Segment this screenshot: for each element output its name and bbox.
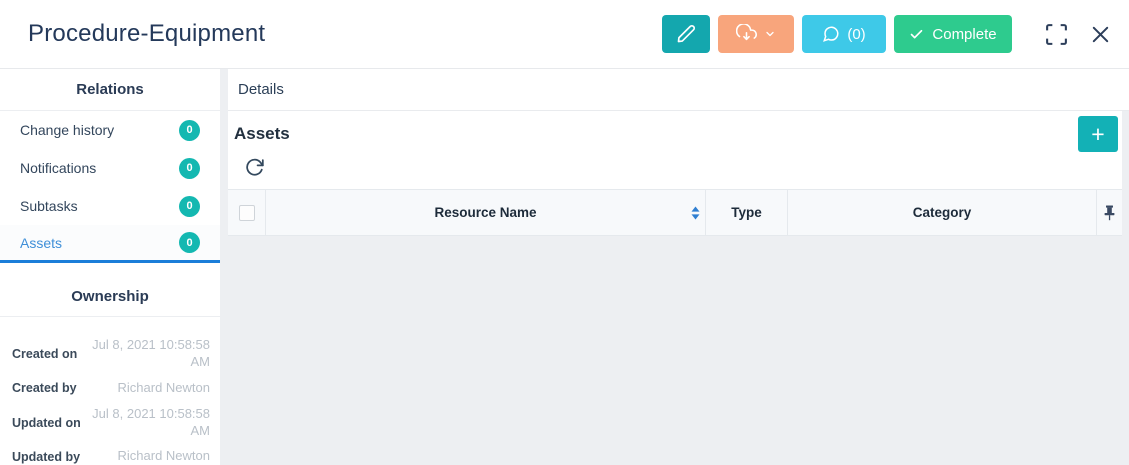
sidebar-item-label: Assets bbox=[20, 234, 63, 251]
complete-button[interactable]: Complete bbox=[894, 15, 1012, 53]
comments-count-label: (0) bbox=[847, 25, 866, 43]
pin-columns-button[interactable] bbox=[1097, 190, 1122, 235]
tab-details-label: Details bbox=[238, 81, 284, 98]
chevron-down-icon bbox=[764, 28, 776, 40]
field-value: Richard Newton bbox=[117, 448, 211, 464]
fullscreen-icon bbox=[1044, 22, 1069, 47]
count-badge: 0 bbox=[179, 195, 200, 217]
count-badge: 0 bbox=[179, 157, 200, 179]
complete-label: Complete bbox=[932, 25, 997, 43]
field-value: Jul 8, 2021 10:58:58 AM bbox=[92, 337, 210, 369]
count-badge: 0 bbox=[179, 119, 200, 141]
check-icon bbox=[909, 27, 924, 42]
close-icon bbox=[1089, 23, 1112, 46]
ownership-heading: Ownership bbox=[0, 277, 220, 317]
sidebar-item-notifications[interactable]: Notifications 0 bbox=[0, 149, 220, 187]
field-label: Updated on bbox=[12, 415, 81, 430]
ownership-fields: Created on Jul 8, 2021 10:58:58 AM Creat… bbox=[0, 317, 220, 465]
close-button[interactable] bbox=[1089, 23, 1112, 46]
assets-section: Assets + Resource Name Type Category bbox=[228, 111, 1122, 236]
cloud-download-icon bbox=[736, 23, 757, 45]
field-label: Created on bbox=[12, 346, 78, 361]
sort-arrows-icon[interactable] bbox=[691, 206, 700, 220]
ownership-row-updated-by: Updated by Richard Newton bbox=[12, 448, 210, 465]
assets-toolbar bbox=[228, 157, 1122, 187]
fullscreen-button[interactable] bbox=[1044, 22, 1069, 47]
header: Procedure-Equipment (0) Complete bbox=[0, 0, 1129, 69]
column-header-category[interactable]: Category bbox=[788, 190, 1097, 235]
sidebar-item-assets[interactable]: Assets 0 bbox=[0, 225, 220, 263]
sidebar-item-change-history[interactable]: Change history 0 bbox=[0, 111, 220, 149]
column-label: Resource Name bbox=[434, 205, 537, 220]
column-header-select bbox=[228, 190, 266, 235]
refresh-button[interactable] bbox=[244, 157, 265, 178]
ownership-row-created-on: Created on Jul 8, 2021 10:58:58 AM bbox=[12, 337, 210, 371]
export-dropdown-button[interactable] bbox=[718, 15, 794, 53]
chat-bubble-icon bbox=[822, 25, 840, 43]
comments-button[interactable]: (0) bbox=[802, 15, 886, 53]
ownership-row-created-by: Created by Richard Newton bbox=[12, 380, 210, 397]
assets-section-title: Assets bbox=[234, 124, 290, 143]
field-value: Jul 8, 2021 10:58:58 AM bbox=[92, 405, 210, 438]
sidebar-item-label: Notifications bbox=[20, 160, 97, 176]
main-panel: Details Assets + Resource Name Type Cate… bbox=[228, 69, 1129, 465]
sidebar-item-label: Change history bbox=[20, 122, 115, 138]
app-window: Procedure-Equipment (0) Complete Relatio… bbox=[0, 0, 1129, 465]
add-asset-button[interactable]: + bbox=[1078, 116, 1118, 152]
assets-table-header: Resource Name Type Category bbox=[228, 189, 1122, 236]
count-badge: 0 bbox=[179, 232, 200, 253]
pin-icon bbox=[1103, 205, 1116, 221]
refresh-icon bbox=[244, 157, 265, 178]
page-title: Procedure-Equipment bbox=[28, 20, 266, 47]
edit-button[interactable] bbox=[662, 15, 710, 53]
header-actions: (0) Complete bbox=[662, 15, 1129, 53]
select-all-checkbox[interactable] bbox=[238, 204, 255, 221]
ownership-row-updated-on: Updated on Jul 8, 2021 10:58:58 AM bbox=[12, 406, 210, 440]
field-value: Richard Newton bbox=[117, 379, 211, 395]
column-header-type[interactable]: Type bbox=[706, 190, 788, 235]
field-label: Updated by bbox=[12, 449, 81, 464]
sidebar-item-label: Subtasks bbox=[20, 198, 78, 214]
field-label: Created by bbox=[12, 381, 77, 396]
assets-section-header: Assets + bbox=[228, 111, 1122, 157]
sidebar-item-subtasks[interactable]: Subtasks 0 bbox=[0, 187, 220, 225]
relations-heading: Relations bbox=[0, 69, 220, 111]
column-header-resource-name[interactable]: Resource Name bbox=[266, 190, 706, 235]
tab-details[interactable]: Details bbox=[228, 69, 1129, 111]
pencil-icon bbox=[676, 24, 696, 44]
sidebar: Relations Change history 0 Notifications… bbox=[0, 69, 220, 465]
